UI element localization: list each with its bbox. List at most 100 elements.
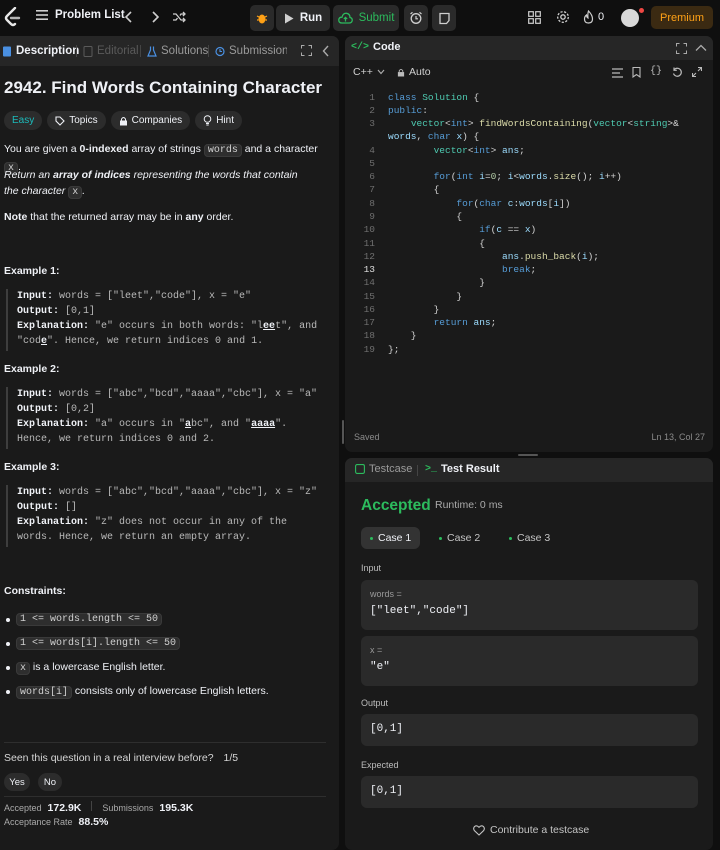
code-line[interactable]: 14 } (345, 276, 711, 289)
code-line[interactable]: 6 for(int i=0; i<words.size(); i++) (345, 170, 711, 183)
format-icon[interactable] (612, 68, 623, 78)
constraint-item: 1 <= words[i].length <= 50 (6, 637, 181, 650)
interview-question: Seen this question in a real interview b… (4, 752, 239, 764)
streak-counter[interactable]: 0 (583, 10, 604, 24)
code-line[interactable]: 5 (345, 157, 711, 170)
interview-pager: 1/5 (223, 752, 239, 764)
code-line[interactable]: 4 vector<int> ans; (345, 144, 711, 157)
tab-submissions[interactable]: Submissions (215, 36, 287, 66)
code-line[interactable]: 12 ans.push_back(i); (345, 250, 711, 263)
submit-button[interactable]: Submit (333, 5, 399, 31)
tab-divider (208, 45, 209, 57)
input-label: Input (361, 563, 382, 573)
expand-icon[interactable] (301, 45, 312, 56)
contribute-testcase-link[interactable]: Contribute a testcase (473, 824, 589, 836)
difficulty-badge: Easy (4, 111, 43, 130)
code-line[interactable]: words, char x) { (345, 130, 711, 143)
yes-button[interactable]: Yes (4, 773, 30, 791)
alarm-clock-icon (409, 11, 423, 25)
premium-button[interactable]: Premium (651, 6, 713, 29)
play-icon (284, 13, 294, 24)
words-label: words = (370, 589, 402, 599)
lightbulb-icon (203, 115, 212, 126)
shuffle-icon[interactable] (172, 10, 186, 24)
code-line[interactable]: 16 } (345, 303, 711, 316)
no-button[interactable]: No (38, 773, 62, 791)
save-status: Saved (354, 432, 380, 442)
notification-dot (639, 8, 644, 13)
top-navigation-bar: Problem List Run Submit 0 Premium (0, 0, 720, 36)
settings-gear-icon[interactable] (556, 10, 570, 24)
horizontal-resize-handle[interactable] (518, 454, 538, 456)
case-3-tab[interactable]: Case 3 (500, 527, 559, 549)
tab-editorial[interactable]: Editorial (83, 36, 139, 66)
leetcode-logo[interactable] (4, 7, 22, 27)
footer-divider (4, 796, 326, 797)
language-select[interactable]: C++ (353, 66, 385, 78)
tab-description[interactable]: Description (2, 36, 79, 66)
companies-chip[interactable]: Companies (110, 111, 191, 130)
constraint-item: words[i] consists only of lowercase Engl… (6, 685, 269, 699)
expected-label: Expected (361, 760, 399, 770)
fire-icon (583, 10, 594, 24)
avatar[interactable] (621, 9, 639, 27)
output-value: [0,1] (370, 723, 404, 735)
example-2-block: Input: words = ["abc","bcd","aaaa","cbc"… (6, 387, 328, 449)
tag-icon (55, 115, 66, 126)
bug-icon (255, 11, 269, 25)
bookmark-icon[interactable] (632, 67, 641, 78)
code-line[interactable]: 19}; (345, 343, 711, 356)
heart-icon (473, 824, 485, 836)
reset-icon[interactable] (672, 67, 683, 78)
case-2-tab[interactable]: Case 2 (430, 527, 489, 549)
history-icon (215, 46, 225, 57)
description-paragraph-3: Note that the returned array may be in a… (4, 211, 234, 223)
output-box: [0,1] (361, 714, 698, 746)
footer-divider (4, 742, 326, 743)
vertical-resize-handle[interactable] (342, 420, 344, 444)
cursor-position: Ln 13, Col 27 (651, 432, 705, 442)
layout-grid-icon[interactable] (528, 11, 541, 24)
example-1-heading: Example 1: (4, 265, 60, 277)
tab-test-result[interactable]: >_ Test Result (425, 463, 500, 475)
next-problem-button[interactable] (150, 10, 160, 24)
problem-tags-row: Easy Topics Companies Hint (4, 111, 242, 130)
prev-problem-button[interactable] (124, 10, 134, 24)
case-1-tab[interactable]: Case 1 (361, 527, 421, 549)
code-line[interactable]: 8 for(char c:words[i]) (345, 197, 711, 210)
hint-chip[interactable]: Hint (195, 111, 242, 130)
code-line[interactable]: 2 public: (345, 104, 711, 117)
debug-button[interactable] (250, 5, 274, 31)
code-line[interactable]: 15 } (345, 290, 711, 303)
code-line[interactable]: 3 vector<int> findWordsContaining(vector… (345, 117, 711, 130)
auto-mode-toggle[interactable]: Auto (397, 66, 431, 78)
problem-list-button[interactable]: Problem List (36, 9, 125, 21)
tab-testcase[interactable]: Testcase (355, 463, 412, 475)
code-line[interactable]: 7 { (345, 183, 711, 196)
example-3-block: Input: words = ["abc","bcd","aaaa","cbc"… (6, 485, 328, 547)
braces-icon[interactable]: {} (650, 66, 662, 77)
code-line[interactable]: 1 class Solution { (345, 91, 711, 104)
code-line[interactable]: 11 { (345, 237, 711, 250)
collapse-chevron-icon[interactable] (695, 43, 707, 53)
fullscreen-icon[interactable] (692, 67, 702, 77)
cloud-upload-icon (337, 12, 353, 24)
expand-icon[interactable] (676, 43, 687, 54)
code-line[interactable]: 10 if(c == x) (345, 223, 711, 236)
topics-chip[interactable]: Topics (47, 111, 106, 130)
collapse-chevron-icon[interactable] (322, 45, 330, 57)
code-line-active[interactable]: 13 break; (345, 263, 711, 276)
tab-solutions[interactable]: Solutions (147, 36, 208, 66)
output-label: Output (361, 698, 389, 708)
run-button[interactable]: Run (276, 5, 330, 31)
code-line[interactable]: 18 } (345, 329, 711, 342)
timer-button[interactable] (404, 5, 428, 31)
code-line[interactable]: 17 return ans; (345, 316, 711, 329)
expected-box: [0,1] (361, 776, 698, 808)
notes-button[interactable] (432, 5, 456, 31)
example-3-heading: Example 3: (4, 461, 60, 473)
code-line[interactable]: 9 { (345, 210, 711, 223)
constraint-item: x is a lowercase English letter. (6, 661, 165, 675)
lock-icon (119, 116, 128, 126)
example-1-block: Input: words = ["leet","code"], x = "e" … (6, 289, 328, 351)
